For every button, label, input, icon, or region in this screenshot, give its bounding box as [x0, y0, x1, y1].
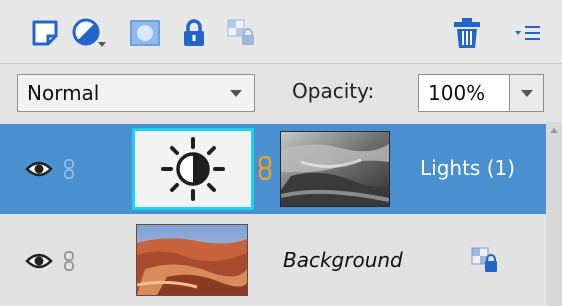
adjustment-layer-icon[interactable] — [70, 14, 108, 52]
opacity-dropdown-button[interactable] — [509, 74, 544, 112]
chevron-down-icon — [230, 90, 242, 97]
mask-link-icon[interactable] — [257, 155, 273, 181]
layers-panel: Normal Opacity: 100% Lights (1) Backgrou… — [0, 0, 562, 306]
brightness-icon — [161, 137, 225, 201]
blend-options-row: Normal Opacity: 100% — [0, 64, 562, 122]
layer-row-lights[interactable]: Lights (1) — [0, 124, 546, 214]
lock-all-icon[interactable] — [175, 14, 213, 52]
layer-name-label[interactable]: Lights (1) — [420, 156, 515, 180]
layer-name-label[interactable]: Background — [283, 248, 403, 272]
panel-menu-icon[interactable] — [508, 14, 546, 52]
add-mask-icon[interactable] — [126, 14, 164, 52]
layers-scrollbar[interactable] — [546, 122, 562, 306]
new-layer-icon[interactable] — [26, 14, 64, 52]
layer-row-background[interactable]: Background — [0, 214, 546, 306]
delete-layer-icon[interactable] — [448, 14, 486, 52]
scroll-up-icon[interactable] — [550, 128, 558, 133]
adjustment-thumbnail[interactable] — [132, 128, 254, 210]
chevron-down-icon — [521, 90, 533, 97]
layers-list: Lights (1) Background — [0, 122, 562, 306]
layers-toolbar — [0, 0, 562, 64]
background-thumbnail[interactable] — [136, 224, 248, 296]
transparency-lock-icon — [470, 246, 498, 278]
opacity-label: Opacity: — [292, 79, 375, 103]
eye-icon[interactable] — [25, 160, 53, 178]
blend-mode-dropdown[interactable]: Normal — [17, 74, 255, 112]
blend-mode-value: Normal — [27, 81, 100, 105]
lock-transparency-icon[interactable] — [222, 14, 260, 52]
opacity-value: 100% — [428, 81, 486, 105]
eye-icon[interactable] — [25, 252, 53, 270]
link-icon[interactable] — [62, 251, 76, 271]
layer-mask-thumbnail[interactable] — [280, 131, 390, 207]
opacity-input[interactable]: 100% — [418, 74, 510, 112]
link-icon[interactable] — [62, 159, 76, 179]
